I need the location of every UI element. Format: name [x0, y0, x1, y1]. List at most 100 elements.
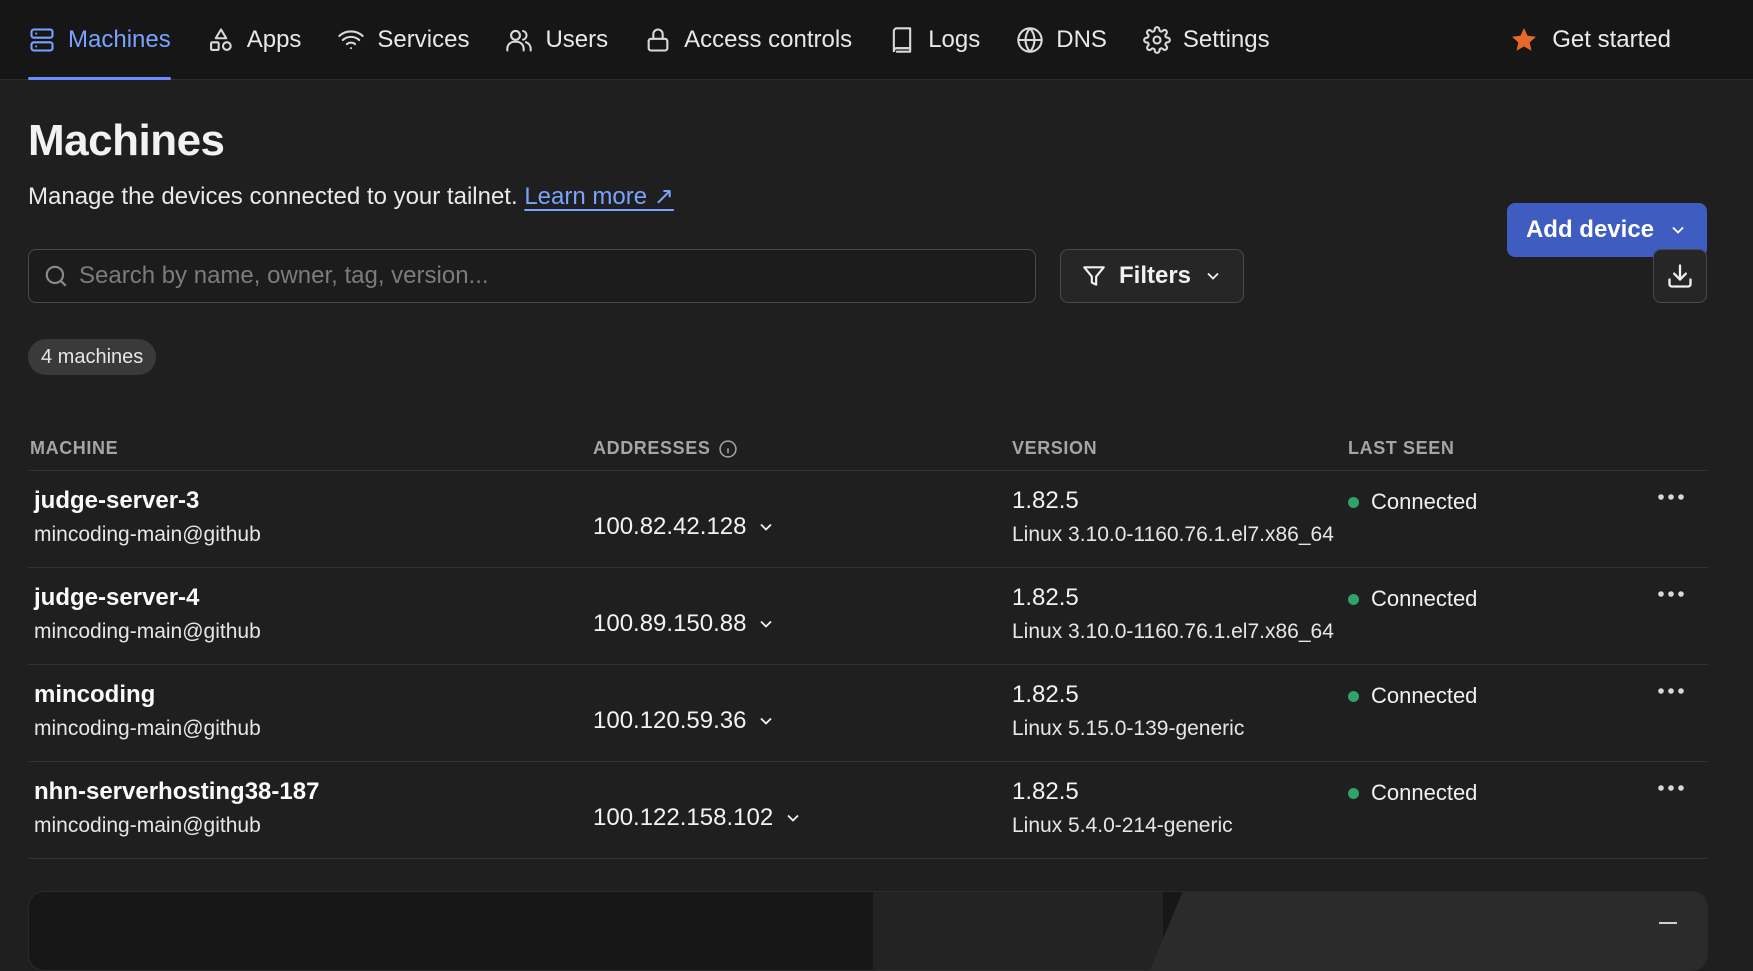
nav-item-services[interactable]: Services	[337, 0, 469, 79]
download-icon	[1668, 264, 1692, 288]
main-content: Machines Manage the devices connected to…	[0, 116, 1753, 859]
version-cell: 1.82.5 Linux 3.10.0-1160.76.1.el7.x86_64	[1012, 584, 1348, 664]
machine-name[interactable]: judge-server-3	[34, 487, 593, 515]
address-cell: 100.120.59.36	[593, 681, 1012, 761]
nav-label: Users	[545, 25, 609, 53]
status-text: Connected	[1371, 586, 1478, 611]
table-row[interactable]: judge-server-4 mincoding-main@github 100…	[28, 568, 1708, 665]
machine-name[interactable]: mincoding	[34, 681, 593, 709]
os-version: Linux 3.10.0-1160.76.1.el7.x86_64	[1012, 523, 1334, 546]
book-icon	[892, 26, 912, 53]
nav-label: DNS	[1056, 25, 1107, 53]
status-indicator: Connected	[1348, 586, 1648, 612]
nav-item-logs[interactable]: Logs	[888, 0, 980, 79]
apps-icon	[209, 27, 232, 51]
table-header: MACHINE ADDRESSES VERSION LAST SEEN	[28, 427, 1708, 471]
address-value: 100.120.59.36	[593, 707, 747, 734]
more-horizontal-icon	[1658, 785, 1684, 791]
minimize-icon[interactable]	[1659, 922, 1677, 924]
machine-cell: nhn-serverhosting38-187 mincoding-main@g…	[28, 778, 593, 858]
machine-count-badge: 4 machines	[28, 339, 157, 375]
address-cell: 100.89.150.88	[593, 584, 1012, 664]
machine-owner: mincoding-main@github	[34, 620, 261, 643]
star-icon	[1512, 28, 1537, 51]
version-cell: 1.82.5 Linux 5.15.0-139-generic	[1012, 681, 1348, 761]
column-header-addresses-label: ADDRESSES	[593, 438, 711, 458]
machine-name[interactable]: judge-server-4	[34, 584, 593, 612]
status-dot	[1348, 593, 1359, 605]
top-nav: Machines Apps Services Users Access cont…	[0, 0, 1753, 80]
status-dot	[1348, 690, 1359, 702]
get-started-button[interactable]: Get started	[1510, 0, 1671, 80]
column-header-machine[interactable]: MACHINE	[28, 438, 593, 459]
row-actions-button[interactable]	[1648, 681, 1708, 761]
nav-label: Logs	[928, 25, 981, 53]
bottom-banner	[28, 891, 1708, 971]
address-dropdown[interactable]: 100.82.42.128	[593, 513, 776, 541]
more-horizontal-icon	[1658, 591, 1684, 597]
version-number: 1.82.5	[1012, 778, 1079, 805]
address-dropdown[interactable]: 100.122.158.102	[593, 804, 803, 832]
last-seen-cell: Connected	[1348, 778, 1648, 858]
table-row[interactable]: mincoding mincoding-main@github 100.120.…	[28, 665, 1708, 762]
table-row[interactable]: judge-server-3 mincoding-main@github 100…	[28, 471, 1708, 568]
nav-item-settings[interactable]: Settings	[1143, 0, 1270, 79]
machines-table: MACHINE ADDRESSES VERSION LAST SEEN judg…	[28, 427, 1708, 859]
subtitle-text: Manage the devices connected to your tai…	[28, 183, 518, 210]
row-actions-button[interactable]	[1648, 584, 1708, 664]
last-seen-cell: Connected	[1348, 487, 1648, 567]
nav-item-users[interactable]: Users	[505, 0, 608, 79]
address-cell: 100.122.158.102	[593, 778, 1012, 858]
users-icon	[506, 29, 533, 52]
info-icon[interactable]	[718, 439, 738, 459]
row-actions-button[interactable]	[1648, 778, 1708, 858]
status-dot	[1348, 496, 1359, 508]
chevron-down-icon	[760, 523, 773, 531]
nav-label: Services	[377, 25, 470, 53]
version-number: 1.82.5	[1012, 487, 1079, 514]
filters-button[interactable]: Filters	[1060, 249, 1244, 303]
page-title: Machines	[28, 116, 225, 165]
nav-item-dns[interactable]: DNS	[1016, 0, 1107, 79]
filters-label: Filters	[1118, 262, 1192, 289]
column-header-addresses: ADDRESSES	[593, 438, 1012, 459]
export-button[interactable]	[1653, 249, 1707, 303]
nav-item-machines[interactable]: Machines	[28, 0, 171, 80]
status-text: Connected	[1371, 780, 1478, 805]
more-horizontal-icon	[1658, 494, 1684, 500]
status-indicator: Connected	[1348, 780, 1648, 806]
nav-label: Apps	[246, 25, 302, 53]
server-icon	[30, 27, 54, 52]
page-subtitle: Manage the devices connected to your tai…	[28, 182, 1725, 211]
nav-item-apps[interactable]: Apps	[207, 0, 302, 79]
chevron-down-icon	[760, 620, 773, 628]
get-started-label: Get started	[1552, 26, 1671, 53]
address-dropdown[interactable]: 100.89.150.88	[593, 610, 776, 638]
search-box	[28, 249, 1036, 303]
machine-owner: mincoding-main@github	[34, 717, 261, 740]
learn-more-link[interactable]: Learn more ↗	[524, 183, 674, 210]
gear-icon	[1143, 25, 1171, 54]
column-header-version[interactable]: VERSION	[1012, 438, 1348, 459]
search-input[interactable]	[79, 262, 1035, 290]
lock-icon	[647, 28, 669, 52]
add-device-label: Add device	[1525, 216, 1655, 243]
column-header-last-seen[interactable]: LAST SEEN	[1348, 438, 1648, 459]
row-actions-button[interactable]	[1648, 487, 1708, 567]
address-dropdown[interactable]: 100.120.59.36	[593, 707, 776, 735]
machine-owner: mincoding-main@github	[34, 814, 261, 837]
machine-cell: judge-server-3 mincoding-main@github	[28, 487, 593, 567]
nav-item-access-controls[interactable]: Access controls	[644, 0, 852, 79]
status-dot	[1348, 787, 1359, 799]
address-value: 100.82.42.128	[593, 513, 747, 540]
os-version: Linux 5.15.0-139-generic	[1012, 717, 1245, 740]
machine-cell: mincoding mincoding-main@github	[28, 681, 593, 761]
table-row[interactable]: nhn-serverhosting38-187 mincoding-main@g…	[28, 762, 1708, 859]
os-version: Linux 5.4.0-214-generic	[1012, 814, 1233, 837]
machine-cell: judge-server-4 mincoding-main@github	[28, 584, 593, 664]
nav-label: Settings	[1182, 25, 1270, 53]
machine-name[interactable]: nhn-serverhosting38-187	[34, 778, 593, 806]
toolbar: Filters	[28, 249, 1725, 303]
version-number: 1.82.5	[1012, 681, 1079, 708]
version-number: 1.82.5	[1012, 584, 1079, 611]
